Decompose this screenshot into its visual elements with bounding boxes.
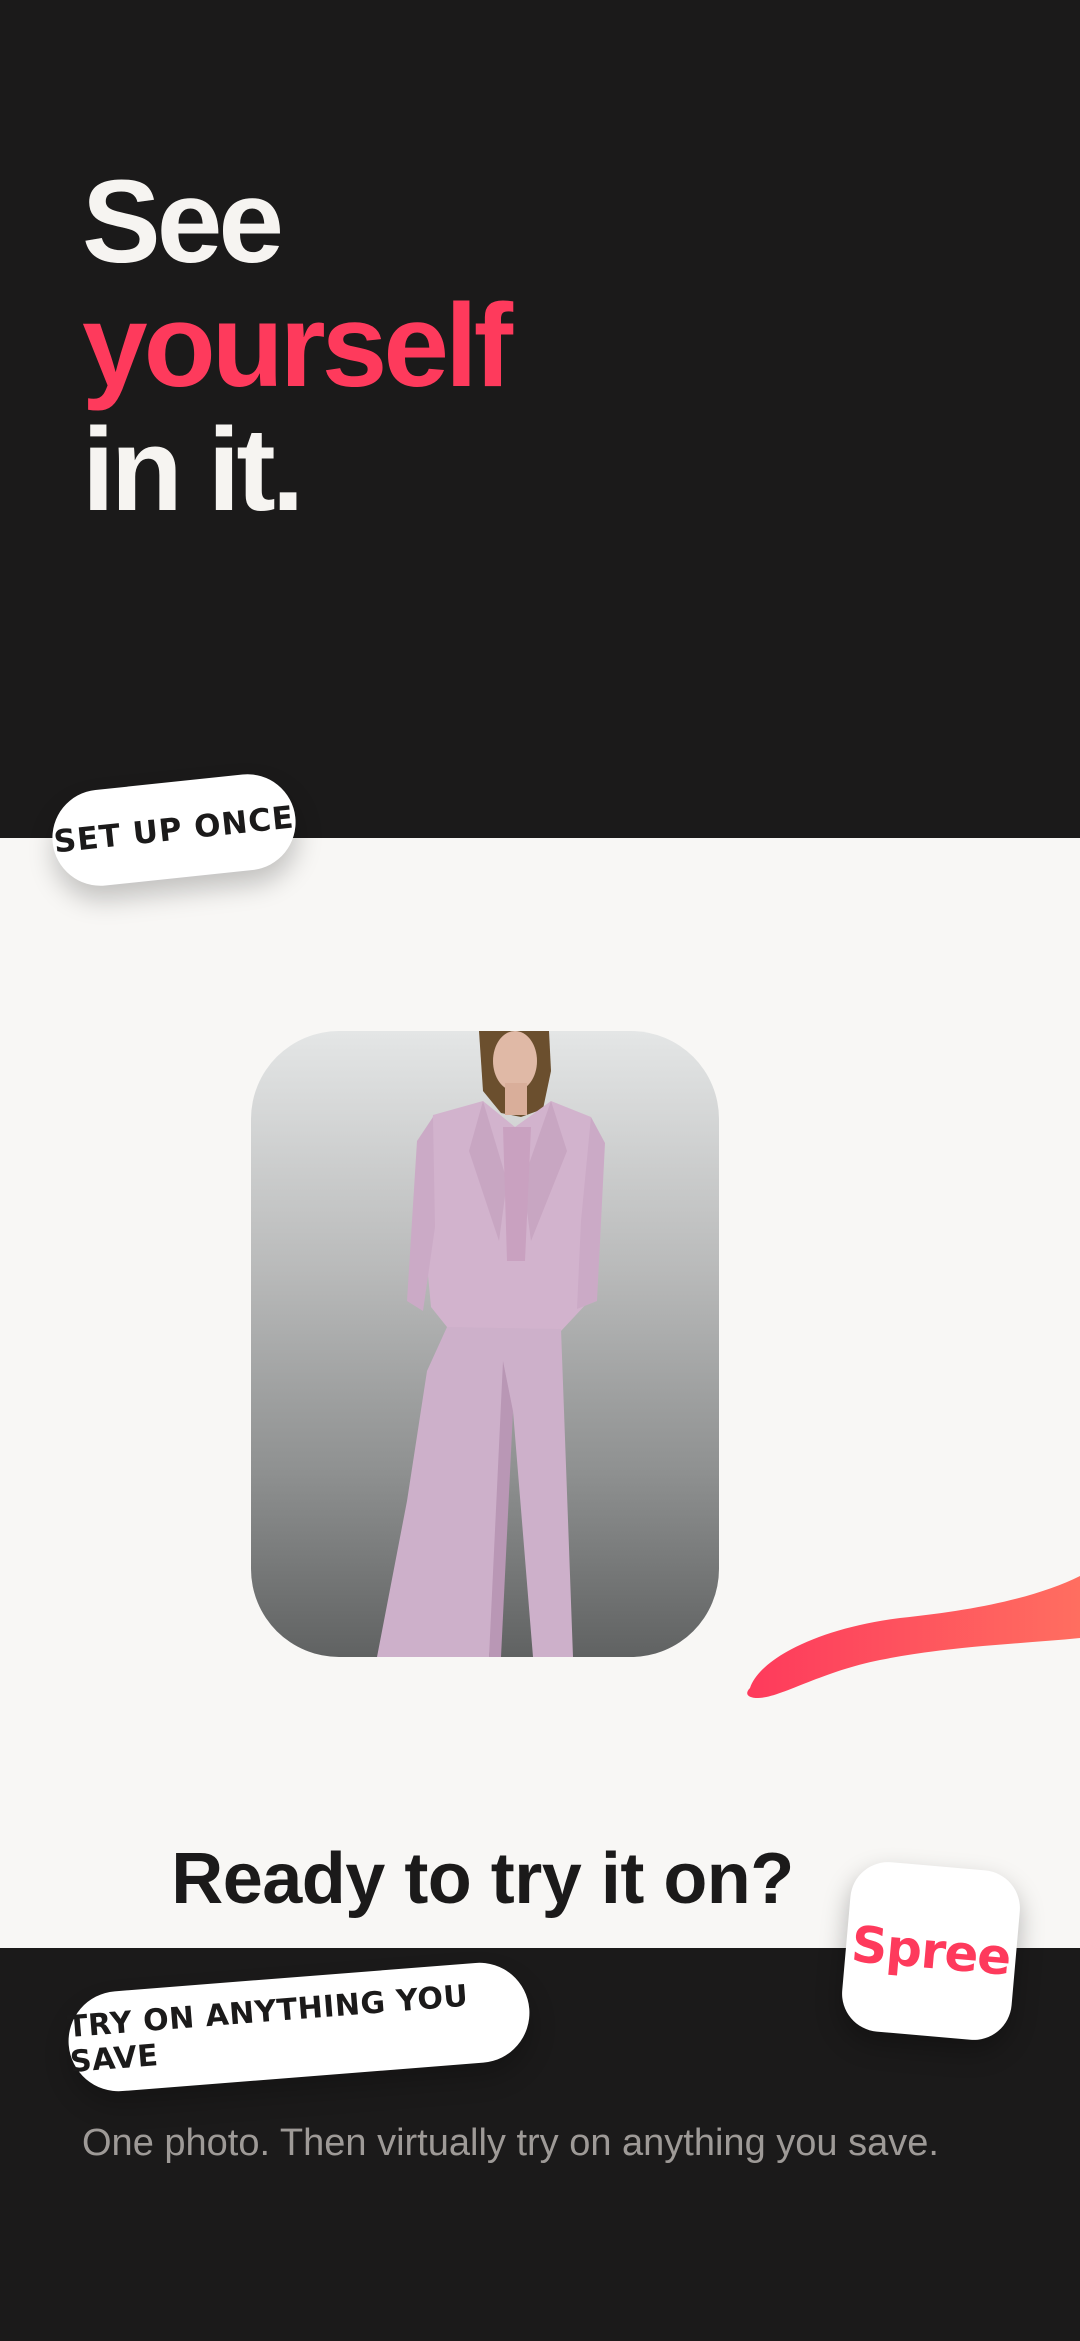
- spree-app-icon: Spree: [838, 1858, 1024, 2044]
- hero-headline: See yourself in it.: [82, 156, 513, 536]
- preview-section: [0, 838, 1080, 1948]
- description-text: One photo. Then virtually try on anythin…: [82, 2122, 939, 2164]
- cta-title: Ready to try it on?: [171, 1839, 794, 1919]
- headline-line-in-it: in it.: [82, 404, 305, 536]
- app-icon-label: Spree: [849, 1915, 1013, 1987]
- brush-stroke-decoration: [747, 1576, 1080, 1698]
- hero-section: See yourself in it.: [0, 0, 1080, 838]
- badge-try-on-anything: TRY ON ANYTHING YOU SAVE: [64, 1959, 534, 2095]
- headline-line-see: See: [82, 156, 284, 288]
- headline-line-yourself: yourself: [82, 280, 513, 412]
